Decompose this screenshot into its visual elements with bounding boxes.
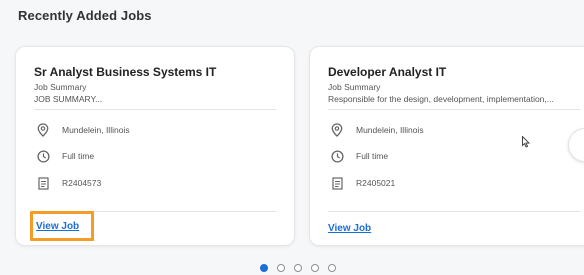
job-title[interactable]: Developer Analyst IT <box>328 65 446 79</box>
time-type-text: Full time <box>356 151 389 161</box>
view-job-link[interactable]: View Job <box>36 221 79 232</box>
job-time-type: Full time <box>36 149 94 163</box>
location-pin-icon <box>330 123 344 137</box>
divider <box>328 211 580 212</box>
carousel-pagination <box>260 264 336 272</box>
job-time-type: Full time <box>330 149 388 163</box>
requisition-id-text: R2405021 <box>356 178 396 188</box>
job-location: Mundelein, Illinois <box>36 123 130 137</box>
carousel-dot[interactable] <box>294 264 302 272</box>
carousel-dot[interactable] <box>311 264 319 272</box>
carousel-dot[interactable] <box>277 264 285 272</box>
recently-added-jobs-section: Recently Added Jobs Sr Analyst Business … <box>0 0 584 275</box>
document-icon <box>36 176 50 190</box>
job-summary-text: Responsible for the design, development,… <box>328 94 554 104</box>
job-location: Mundelein, Illinois <box>330 123 424 137</box>
carousel-dot[interactable] <box>328 264 336 272</box>
job-requisition: R2404573 <box>36 176 101 190</box>
clock-icon <box>36 149 50 163</box>
document-icon <box>330 176 344 190</box>
job-requisition: R2405021 <box>330 176 395 190</box>
requisition-id-text: R2404573 <box>62 178 102 188</box>
view-job-link[interactable]: View Job <box>328 223 371 234</box>
location-pin-icon <box>36 123 50 137</box>
job-title[interactable]: Sr Analyst Business Systems IT <box>34 65 216 79</box>
location-text: Mundelein, Illinois <box>62 125 130 135</box>
divider <box>328 109 580 110</box>
mouse-cursor-icon <box>522 135 531 153</box>
location-text: Mundelein, Illinois <box>356 125 424 135</box>
clock-icon <box>330 149 344 163</box>
carousel-dot[interactable] <box>260 264 268 272</box>
job-card[interactable]: Developer Analyst IT Job Summary Respons… <box>309 46 584 246</box>
divider <box>34 109 276 110</box>
job-summary-text: JOB SUMMARY... <box>34 94 103 104</box>
job-summary-label: Job Summary <box>328 82 381 92</box>
section-title: Recently Added Jobs <box>18 8 152 23</box>
job-card[interactable]: Sr Analyst Business Systems IT Job Summa… <box>15 46 295 246</box>
job-summary-label: Job Summary <box>34 82 87 92</box>
time-type-text: Full time <box>62 151 95 161</box>
